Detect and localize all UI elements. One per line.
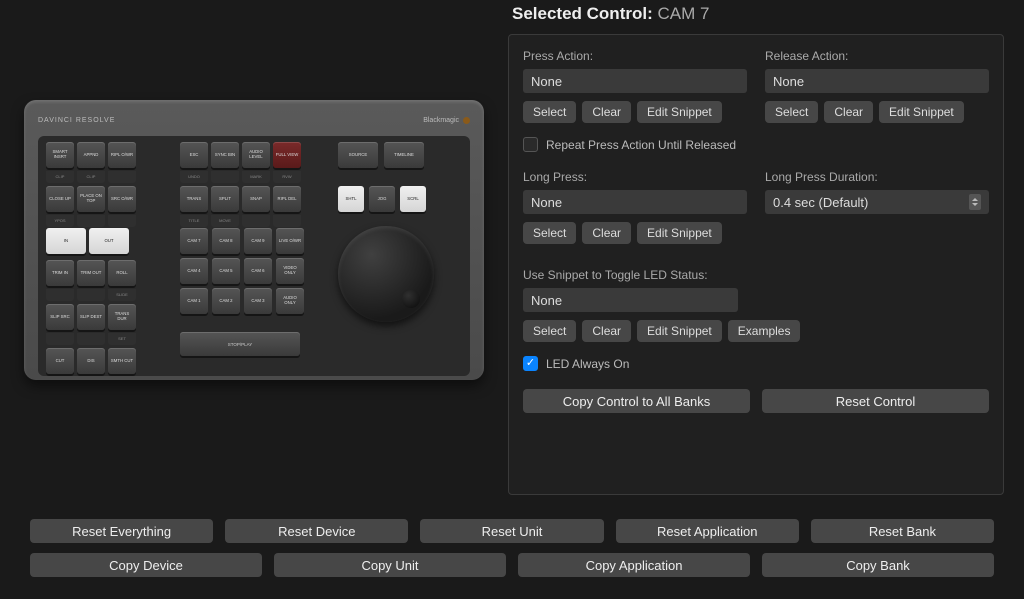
led-edit-snippet-button[interactable]: Edit Snippet — [637, 320, 722, 342]
speed-editor-device: DAVINCI RESOLVE Blackmagic SMART INSRT A… — [24, 100, 484, 380]
reset-unit-button[interactable]: Reset Unit — [420, 519, 603, 543]
longpress-select-button[interactable]: Select — [523, 222, 576, 244]
led-snippet-value[interactable]: None — [523, 288, 738, 312]
key-cut[interactable]: CUT — [46, 348, 74, 374]
key-cam-6[interactable]: CAM 6 — [244, 258, 272, 284]
logo-dot-icon — [463, 117, 470, 124]
maker-label: Blackmagic — [423, 117, 470, 124]
key-cam-5[interactable]: CAM 5 — [212, 258, 240, 284]
key-cam-7[interactable]: CAM 7 — [180, 228, 208, 254]
release-edit-snippet-button[interactable]: Edit Snippet — [879, 101, 964, 123]
key-live-owr[interactable]: LIVE O/WR — [276, 228, 304, 254]
key-trim-in[interactable]: TRIM IN — [46, 260, 74, 286]
key-in[interactable]: IN — [46, 228, 86, 254]
brand-label: DAVINCI RESOLVE — [38, 117, 115, 124]
reset-bank-button[interactable]: Reset Bank — [811, 519, 994, 543]
key-sync-bin[interactable]: SYNC BIN — [211, 142, 239, 168]
key-esc[interactable]: ESC — [180, 142, 208, 168]
key-cam-1[interactable]: CAM 1 — [180, 288, 208, 314]
bottom-row-2: Copy Device Copy Unit Copy Application C… — [30, 553, 994, 577]
press-select-button[interactable]: Select — [523, 101, 576, 123]
key-shtl[interactable]: SHTL — [338, 186, 364, 212]
key-cam-3[interactable]: CAM 3 — [244, 288, 272, 314]
key-trans[interactable]: TRANS — [180, 186, 208, 212]
release-clear-button[interactable]: Clear — [824, 101, 873, 123]
release-select-button[interactable]: Select — [765, 101, 818, 123]
key-trans-dur[interactable]: TRANS DUR — [108, 304, 136, 330]
key-source[interactable]: SOURCE — [338, 142, 378, 168]
led-clear-button[interactable]: Clear — [582, 320, 631, 342]
key-video-only[interactable]: VIDEO ONLY — [276, 258, 304, 284]
reset-device-button[interactable]: Reset Device — [225, 519, 408, 543]
led-snippet-label: Use Snippet to Toggle LED Status: — [523, 268, 989, 282]
release-action-value[interactable]: None — [765, 69, 989, 93]
key-out[interactable]: OUT — [89, 228, 129, 254]
copy-device-button[interactable]: Copy Device — [30, 553, 262, 577]
copy-unit-button[interactable]: Copy Unit — [274, 553, 506, 577]
reset-everything-button[interactable]: Reset Everything — [30, 519, 213, 543]
key-ripl-owr[interactable]: RIPL O/WR — [108, 142, 136, 168]
key-stop-play[interactable]: STOP/PLAY — [180, 332, 300, 356]
jog-wheel[interactable] — [338, 226, 434, 322]
key-split[interactable]: SPLIT — [211, 186, 239, 212]
key-audio-only[interactable]: AUDIO ONLY — [276, 288, 304, 314]
key-snap[interactable]: SNAP — [242, 186, 270, 212]
press-edit-snippet-button[interactable]: Edit Snippet — [637, 101, 722, 123]
copy-application-button[interactable]: Copy Application — [518, 553, 750, 577]
led-select-button[interactable]: Select — [523, 320, 576, 342]
key-cam-4[interactable]: CAM 4 — [180, 258, 208, 284]
long-press-duration-select[interactable]: 0.4 sec (Default) — [765, 190, 989, 214]
long-press-value[interactable]: None — [523, 190, 747, 214]
key-audio-level[interactable]: AUDIO LEVEL — [242, 142, 270, 168]
key-src-owr[interactable]: SRC O/WR — [108, 186, 136, 212]
key-dis[interactable]: DIS — [77, 348, 105, 374]
press-action-label: Press Action: — [523, 49, 747, 63]
longpress-edit-snippet-button[interactable]: Edit Snippet — [637, 222, 722, 244]
led-examples-button[interactable]: Examples — [728, 320, 801, 342]
led-always-on-label: LED Always On — [546, 357, 629, 371]
long-press-label: Long Press: — [523, 170, 747, 184]
key-appnd[interactable]: APPND — [77, 142, 105, 168]
key-place-on-top[interactable]: PLACE ON TOP — [77, 186, 105, 212]
key-slip-dest[interactable]: SLIP DEST — [77, 304, 105, 330]
bottom-row-1: Reset Everything Reset Device Reset Unit… — [30, 519, 994, 543]
reset-application-button[interactable]: Reset Application — [616, 519, 799, 543]
led-always-on-checkbox[interactable] — [523, 356, 538, 371]
key-timeline[interactable]: TIMELINE — [384, 142, 424, 168]
key-scrl[interactable]: SCRL — [400, 186, 426, 212]
press-action-value[interactable]: None — [523, 69, 747, 93]
key-jog[interactable]: JOG — [369, 186, 395, 212]
key-cam-8[interactable]: CAM 8 — [212, 228, 240, 254]
control-settings-panel: Press Action: None Select Clear Edit Sni… — [508, 34, 1004, 495]
release-action-label: Release Action: — [765, 49, 989, 63]
copy-control-all-banks-button[interactable]: Copy Control to All Banks — [523, 389, 750, 413]
selected-control-title: Selected Control: CAM 7 — [508, 4, 1004, 24]
reset-control-button[interactable]: Reset Control — [762, 389, 989, 413]
key-smth-cut[interactable]: SMTH CUT — [108, 348, 136, 374]
key-full-view[interactable]: FULL VIEW — [273, 142, 301, 168]
key-close-up[interactable]: CLOSE UP — [46, 186, 74, 212]
key-cam-9[interactable]: CAM 9 — [244, 228, 272, 254]
repeat-press-label: Repeat Press Action Until Released — [546, 138, 736, 152]
copy-bank-button[interactable]: Copy Bank — [762, 553, 994, 577]
key-smart-insrt[interactable]: SMART INSRT — [46, 142, 74, 168]
stepper-icon — [969, 194, 981, 210]
key-area: SMART INSRT APPND RIPL O/WR CLIP CLIP CL… — [38, 136, 470, 376]
longpress-clear-button[interactable]: Clear — [582, 222, 631, 244]
key-ripl-del[interactable]: RIPL DEL — [273, 186, 301, 212]
key-trim-out[interactable]: TRIM OUT — [77, 260, 105, 286]
key-slip-src[interactable]: SLIP SRC — [46, 304, 74, 330]
key-roll[interactable]: ROLL — [108, 260, 136, 286]
key-cam-2[interactable]: CAM 2 — [212, 288, 240, 314]
long-press-duration-label: Long Press Duration: — [765, 170, 989, 184]
repeat-press-checkbox[interactable] — [523, 137, 538, 152]
press-clear-button[interactable]: Clear — [582, 101, 631, 123]
